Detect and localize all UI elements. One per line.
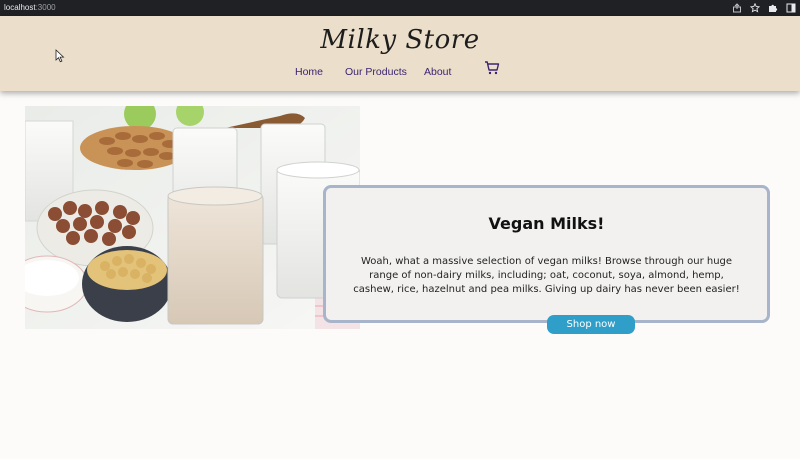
hero-title: Vegan Milks! xyxy=(488,214,605,233)
extensions-icon[interactable] xyxy=(767,3,778,14)
address-bar[interactable]: localhost:3000 xyxy=(4,2,56,14)
site-header: Milky Store Home Our Products About xyxy=(0,16,800,91)
sidebar-icon[interactable] xyxy=(785,3,796,14)
hero-description: Woah, what a massive selection of vegan … xyxy=(353,256,740,295)
browser-bar: localhost:3000 xyxy=(0,0,800,16)
url-host: localhost xyxy=(4,3,36,12)
nav-our-products[interactable]: Our Products xyxy=(345,64,407,80)
hero-image xyxy=(25,106,360,329)
main-nav: Home Our Products About xyxy=(0,61,800,80)
star-icon[interactable] xyxy=(749,3,760,14)
cursor-icon xyxy=(55,48,65,63)
logo[interactable]: Milky Store xyxy=(0,25,800,55)
hero-card: Vegan Milks! Woah, what a massive select… xyxy=(323,185,770,323)
nav-about[interactable]: About xyxy=(424,64,451,80)
shop-now-button[interactable]: Shop now xyxy=(547,315,635,334)
url-port: :3000 xyxy=(35,3,56,12)
share-icon[interactable] xyxy=(731,3,742,14)
cart-icon[interactable] xyxy=(484,60,500,76)
nav-home[interactable]: Home xyxy=(295,64,323,80)
